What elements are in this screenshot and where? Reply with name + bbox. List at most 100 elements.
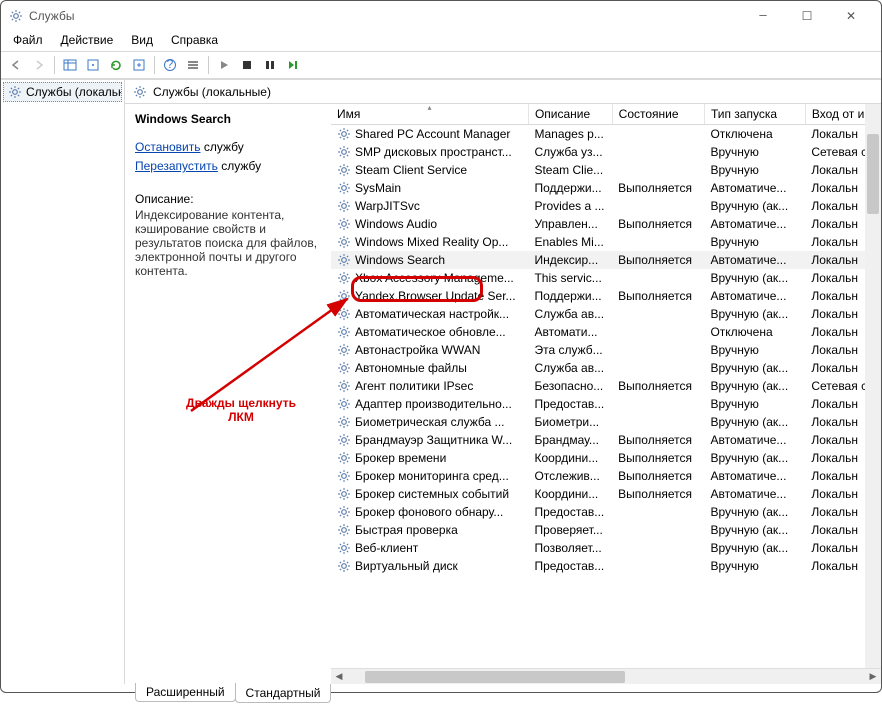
forward-button[interactable]	[28, 54, 50, 76]
service-row[interactable]: Автонастройка WWANЭта служб...ВручнуюЛок…	[331, 341, 881, 359]
maximize-button[interactable]: ☐	[785, 2, 829, 30]
service-row[interactable]: Агент политики IPsecБезопасно...Выполняе…	[331, 377, 881, 395]
service-row[interactable]: Автоматическая настройк...Служба ав...Вр…	[331, 305, 881, 323]
horizontal-scrollbar[interactable]: ◀ ▶	[331, 668, 881, 684]
col-start[interactable]: Тип запуска	[704, 104, 805, 125]
service-start: Вручную (ак...	[704, 305, 805, 323]
services-list[interactable]: Имя▴ Описание Состояние Тип запуска Вход…	[331, 104, 881, 668]
refresh-button[interactable]	[105, 54, 127, 76]
service-row[interactable]: Xbox Accessory Manageme...This servic...…	[331, 269, 881, 287]
vscroll-thumb[interactable]	[867, 134, 879, 214]
service-name: Брокер фонового обнару...	[355, 505, 503, 519]
service-gear-icon	[337, 289, 351, 303]
service-gear-icon	[337, 163, 351, 177]
service-state	[612, 539, 704, 557]
service-name: Steam Client Service	[355, 163, 467, 177]
service-gear-icon	[337, 271, 351, 285]
tree-root-label: Службы (локальн	[26, 85, 122, 99]
service-start: Вручную (ак...	[704, 413, 805, 431]
service-desc: Позволяет...	[528, 539, 612, 557]
service-start: Автоматиче...	[704, 431, 805, 449]
service-name: Адаптер производительно...	[355, 397, 512, 411]
service-gear-icon	[337, 307, 351, 321]
service-gear-icon	[337, 541, 351, 555]
service-desc: Enables Mi...	[528, 233, 612, 251]
stop-link[interactable]: Остановить	[135, 140, 201, 154]
service-start: Вручную	[704, 143, 805, 161]
service-row[interactable]: WarpJITSvcProvides a ...Вручную (ак...Ло…	[331, 197, 881, 215]
menu-help[interactable]: Справка	[165, 31, 224, 51]
service-state	[612, 305, 704, 323]
service-row[interactable]: Shared PC Account ManagerManages p...Отк…	[331, 125, 881, 144]
tab-standard[interactable]: Стандартный	[235, 684, 332, 703]
service-row[interactable]: Steam Client ServiceSteam Clie...Вручную…	[331, 161, 881, 179]
service-state: Выполняется	[612, 485, 704, 503]
service-row[interactable]: SysMainПоддержи...ВыполняетсяАвтоматиче.…	[331, 179, 881, 197]
toolbar: ?	[1, 51, 881, 79]
restart-service-button[interactable]	[282, 54, 304, 76]
help-button[interactable]: ?	[159, 54, 181, 76]
col-desc[interactable]: Описание	[528, 104, 612, 125]
back-button[interactable]	[5, 54, 27, 76]
service-desc: Steam Clie...	[528, 161, 612, 179]
service-name: Веб-клиент	[355, 541, 418, 555]
service-row[interactable]: Брокер системных событийКоордини...Выпол…	[331, 485, 881, 503]
service-row[interactable]: Веб-клиентПозволяет...Вручную (ак...Лока…	[331, 539, 881, 557]
description-heading: Описание:	[135, 192, 321, 206]
service-row[interactable]: SMP дисковых пространст...Служба уз...Вр…	[331, 143, 881, 161]
scroll-right-icon[interactable]: ▶	[865, 669, 881, 684]
service-gear-icon	[337, 433, 351, 447]
scroll-left-icon[interactable]: ◀	[331, 669, 347, 684]
service-name: Брокер системных событий	[355, 487, 509, 501]
menubar: Файл Действие Вид Справка	[1, 31, 881, 51]
service-name: SMP дисковых пространст...	[355, 145, 512, 159]
main-heading: Службы (локальные)	[125, 80, 881, 104]
service-start: Отключена	[704, 125, 805, 144]
scroll-thumb[interactable]	[365, 671, 625, 683]
service-row[interactable]: Быстрая проверкаПроверяет...Вручную (ак.…	[331, 521, 881, 539]
app-gear-icon	[9, 9, 23, 23]
service-row[interactable]: Адаптер производительно...Предостав...Вр…	[331, 395, 881, 413]
col-name[interactable]: Имя▴	[331, 104, 528, 125]
stop-service-button[interactable]	[236, 54, 258, 76]
service-state	[612, 125, 704, 144]
service-row[interactable]: Windows SearchИндексир...ВыполняетсяАвто…	[331, 251, 881, 269]
properties-button[interactable]	[82, 54, 104, 76]
service-desc: Управлен...	[528, 215, 612, 233]
minimize-button[interactable]: ─	[741, 2, 785, 30]
service-row[interactable]: Виртуальный дискПредостав...ВручнуюЛокал…	[331, 557, 881, 575]
service-row[interactable]: Windows AudioУправлен...ВыполняетсяАвтом…	[331, 215, 881, 233]
service-row[interactable]: Брокер мониторинга сред...Отслежив...Вып…	[331, 467, 881, 485]
service-row[interactable]: Брандмауэр Защитника W...Брандмау...Выпо…	[331, 431, 881, 449]
service-gear-icon	[337, 181, 351, 195]
service-row[interactable]: Windows Mixed Reality Op...Enables Mi...…	[331, 233, 881, 251]
menu-file[interactable]: Файл	[7, 31, 49, 51]
service-name: Windows Search	[355, 253, 445, 267]
menu-view[interactable]: Вид	[125, 31, 159, 51]
service-row[interactable]: Yandex.Browser Update Ser...Поддержи...В…	[331, 287, 881, 305]
col-state[interactable]: Состояние	[612, 104, 704, 125]
close-button[interactable]: ✕	[829, 2, 873, 30]
service-start: Вручную (ак...	[704, 449, 805, 467]
menu-action[interactable]: Действие	[55, 31, 120, 51]
tree-root-services[interactable]: Службы (локальн	[3, 82, 122, 102]
service-row[interactable]: Брокер времениКоордини...ВыполняетсяВруч…	[331, 449, 881, 467]
export-button[interactable]	[128, 54, 150, 76]
restart-link[interactable]: Перезапустить	[135, 159, 218, 173]
service-start: Вручную (ак...	[704, 197, 805, 215]
vertical-scrollbar[interactable]	[865, 104, 881, 668]
service-gear-icon	[337, 559, 351, 573]
service-row[interactable]: Автоматическое обновле...Автомати...Откл…	[331, 323, 881, 341]
service-state	[612, 161, 704, 179]
start-service-button[interactable]	[213, 54, 235, 76]
service-name: Быстрая проверка	[355, 523, 458, 537]
list-button[interactable]	[182, 54, 204, 76]
service-state: Выполняется	[612, 449, 704, 467]
service-row[interactable]: Биометрическая служба ...Биометри...Вруч…	[331, 413, 881, 431]
service-row[interactable]: Автономные файлыСлужба ав...Вручную (ак.…	[331, 359, 881, 377]
detail-view-button[interactable]	[59, 54, 81, 76]
service-state: Выполняется	[612, 377, 704, 395]
service-state	[612, 395, 704, 413]
service-row[interactable]: Брокер фонового обнару...Предостав...Вру…	[331, 503, 881, 521]
pause-service-button[interactable]	[259, 54, 281, 76]
